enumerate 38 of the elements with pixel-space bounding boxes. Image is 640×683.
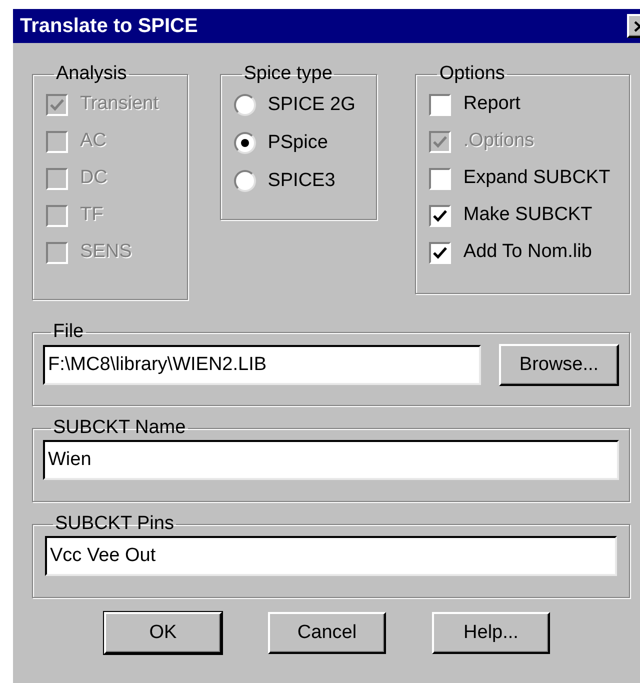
radio-button[interactable]: [234, 94, 256, 116]
window-title: Translate to SPICE: [20, 14, 198, 39]
text-field[interactable]: Wien: [43, 440, 619, 480]
dialog-button[interactable]: Help...: [432, 612, 550, 654]
checkbox-label: Expand SUBCKT: [463, 166, 610, 190]
radio-button[interactable]: [234, 170, 256, 192]
check-icon: [50, 98, 64, 110]
checkbox[interactable]: [429, 168, 452, 190]
checkbox[interactable]: [429, 242, 452, 264]
group-label: Analysis: [55, 64, 128, 84]
text-field[interactable]: Vcc Vee Out: [45, 536, 617, 576]
dialog-button[interactable]: Cancel: [268, 612, 386, 654]
group-label: Spice type: [242, 64, 334, 84]
checkbox-label: Add To Nom.lib: [463, 240, 592, 264]
check-icon: [433, 246, 448, 258]
checkbox-label: Transient: [80, 92, 158, 116]
group-label: SUBCKT Name: [52, 418, 187, 438]
browse-button[interactable]: Browse...: [499, 344, 619, 386]
checkbox[interactable]: [429, 94, 452, 116]
check-icon: [433, 136, 448, 148]
checkbox-label: SENS: [80, 240, 132, 264]
dialog-button[interactable]: OK: [104, 612, 222, 654]
text-field[interactable]: F:\MC8\library\WIEN2.LIB: [43, 345, 481, 385]
radio-label: SPICE3: [268, 168, 336, 193]
radio-button[interactable]: [234, 132, 256, 154]
checkbox-label: AC: [80, 129, 106, 154]
checkbox[interactable]: [429, 204, 452, 226]
checkbox-label: Report: [463, 92, 520, 116]
checkbox-label: .Options: [463, 129, 534, 154]
checkbox-label: Make SUBCKT: [463, 203, 592, 228]
radio-label: SPICE 2G: [268, 92, 356, 117]
radio-label: PSpice: [268, 130, 328, 155]
checkbox-label: TF: [80, 203, 104, 228]
checkbox-label: DC: [80, 166, 108, 190]
group-label: Options: [438, 64, 506, 84]
group-label: SUBCKT Pins: [54, 514, 175, 534]
check-icon: [433, 210, 448, 222]
group-label: File: [52, 322, 85, 342]
